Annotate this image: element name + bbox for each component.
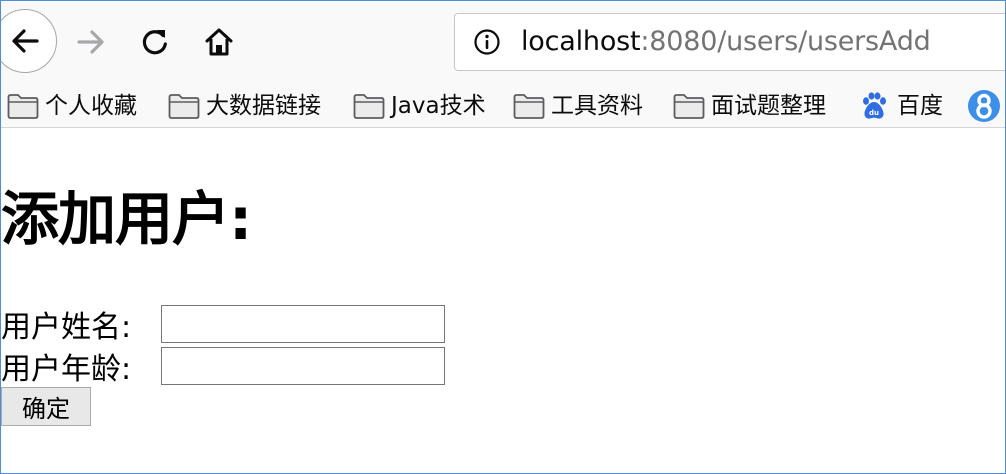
form-row-age: 用户年龄: [1, 346, 445, 387]
bookmark-folder-java[interactable]: Java技术 [353, 88, 486, 124]
svg-text:du: du [869, 109, 879, 117]
bookmark-folder-tools[interactable]: 工具资料 [513, 88, 643, 124]
name-input[interactable] [161, 305, 445, 343]
address-bar[interactable]: localhost:8080/users/usersAdd [454, 13, 1005, 71]
browser-window: localhost:8080/users/usersAdd 个人收藏 大数据链接 [0, 0, 1006, 474]
back-arrow-icon [12, 29, 39, 53]
back-button[interactable] [1, 9, 57, 73]
submit-button[interactable]: 确定 [1, 387, 91, 426]
baidu-paw-icon: du [863, 92, 886, 119]
url-text: localhost:8080/users/usersAdd [521, 25, 931, 59]
info-icon[interactable] [473, 28, 501, 56]
name-label: 用户姓名: [1, 310, 132, 345]
bookmark-extra[interactable] [967, 88, 1001, 124]
folder-icon [168, 94, 200, 119]
bookmark-label: Java技术 [391, 93, 486, 119]
folder-icon [673, 94, 705, 119]
forward-button[interactable] [67, 18, 115, 66]
bookmark-label: 工具资料 [551, 93, 643, 119]
bookmark-badge-icon [968, 90, 1000, 122]
reload-icon [142, 30, 167, 55]
age-input[interactable] [161, 347, 445, 385]
folder-icon [7, 94, 39, 119]
home-icon [205, 28, 233, 56]
home-button[interactable] [195, 18, 243, 66]
forward-arrow-icon [77, 30, 104, 54]
form-row-name: 用户姓名: [1, 304, 445, 345]
url-path: :8080/users/usersAdd [640, 26, 931, 57]
bookmark-label: 面试题整理 [711, 93, 826, 119]
bookmark-baidu[interactable]: du 百度 [859, 88, 943, 124]
folder-icon [353, 94, 385, 119]
bookmark-folder-favorites[interactable]: 个人收藏 [7, 88, 137, 124]
page-title: 添加用户: [1, 185, 252, 253]
bookmarks-toolbar: 个人收藏 大数据链接 Java技术 工具资料 面试题整理 du 百度 [1, 85, 1005, 128]
page-content: 添加用户: 用户姓名: 用户年龄: 确定 [1, 128, 1005, 473]
url-host: localhost [521, 26, 641, 57]
bookmark-label: 百度 [897, 93, 943, 119]
reload-button[interactable] [131, 18, 179, 66]
navigation-toolbar: localhost:8080/users/usersAdd [1, 1, 1005, 85]
bookmark-label: 大数据链接 [206, 93, 321, 119]
bookmark-label: 个人收藏 [45, 93, 137, 119]
bookmark-folder-interview[interactable]: 面试题整理 [673, 88, 826, 124]
folder-icon [513, 94, 545, 119]
age-label: 用户年龄: [1, 352, 132, 387]
bookmark-folder-bigdata[interactable]: 大数据链接 [168, 88, 321, 124]
